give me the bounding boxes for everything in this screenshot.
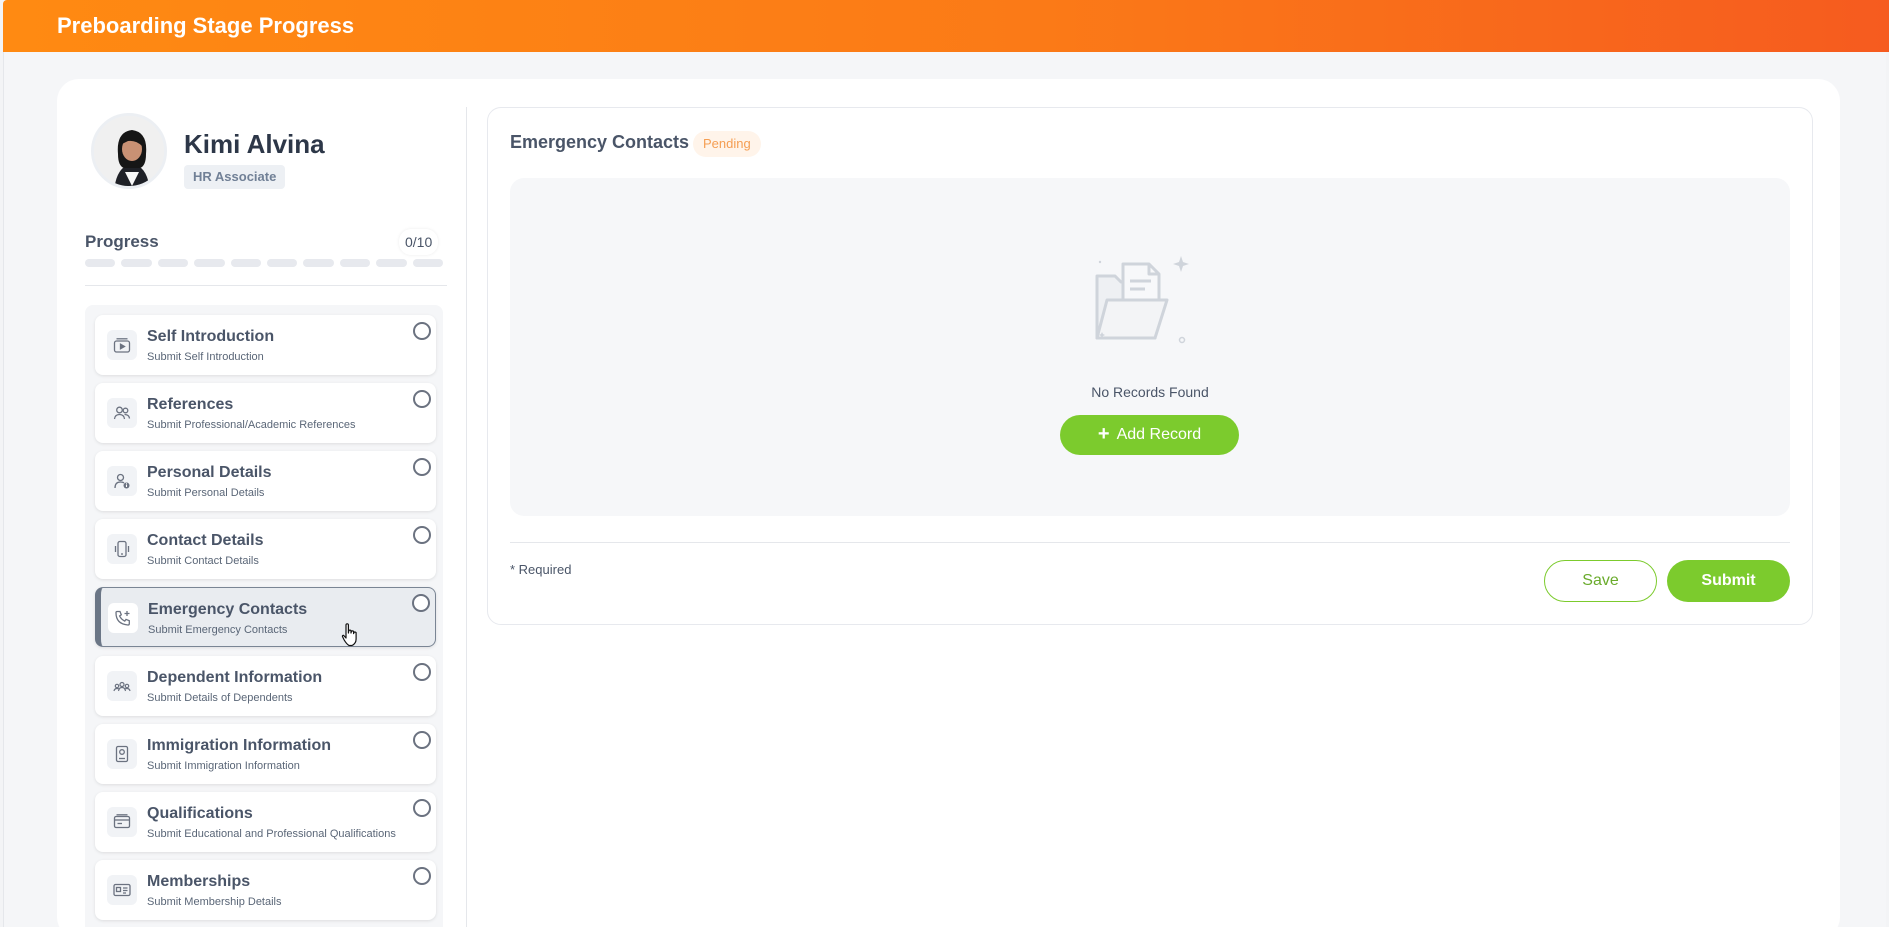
avatar [91,113,167,189]
phone-plus-icon [108,603,138,633]
progress-segment [194,259,225,267]
progress-segment [412,259,443,267]
step-emergency-contacts[interactable]: Emergency Contacts Submit Emergency Cont… [95,587,436,647]
step-status-radio[interactable] [413,526,431,544]
progress-segment [266,259,298,267]
step-subtitle: Submit Personal Details [147,487,265,499]
progress-label: Progress [85,232,159,251]
step-title: Immigration Information [147,737,331,754]
people-icon [107,398,137,428]
step-contact-details[interactable]: Contact Details Submit Contact Details [95,519,436,579]
progress-segment [303,259,334,267]
step-status-radio[interactable] [413,867,431,885]
step-status-radio[interactable] [413,663,431,681]
main-card: Kimi Alvina HR Associate Progress 0/10 S… [57,79,1840,927]
empty-state-text: No Records Found [1091,384,1209,400]
step-subtitle: Submit Contact Details [147,555,259,567]
certificate-icon [107,807,137,837]
step-title: Self Introduction [147,328,275,345]
step-subtitle: Submit Membership Details [147,896,282,908]
step-subtitle: Submit Self Introduction [147,351,264,363]
step-memberships[interactable]: Memberships Submit Membership Details [95,860,436,920]
hand-cursor-icon [341,623,357,647]
passport-icon [107,739,137,769]
plus-icon: + [1097,423,1110,445]
step-subtitle: Submit Professional/Academic References [147,419,356,431]
step-status-radio[interactable] [413,390,431,408]
step-self-introduction[interactable]: Self Introduction Submit Self Introducti… [95,315,436,375]
step-subtitle: Submit Educational and Professional Qual… [147,828,396,840]
progress-segment [230,259,261,267]
group-icon [107,671,137,701]
left-panel: Kimi Alvina HR Associate Progress 0/10 S… [57,79,467,927]
step-title: Personal Details [147,464,272,481]
section-title: Emergency Contacts [510,132,690,152]
progress-segments [85,259,443,267]
step-title: Memberships [147,873,251,890]
form-panel: Emergency Contacts Pending No Records Fo… [487,107,1813,625]
progress-count: 0/10 [399,229,439,255]
membership-card-icon [107,875,137,905]
top-bar: Preboarding Stage Progress [3,0,1889,52]
step-references[interactable]: References Submit Professional/Academic … [95,383,436,443]
step-subtitle: Submit Details of Dependents [147,692,293,704]
add-record-label: Add Record [1116,426,1202,443]
step-subtitle: Submit Emergency Contacts [148,624,288,636]
step-qualifications[interactable]: Qualifications Submit Educational and Pr… [95,792,436,852]
progress-segment [376,259,407,267]
save-button[interactable]: Save [1544,560,1657,602]
progress-segment [85,259,116,267]
profile-name: Kimi Alvina [184,129,325,159]
empty-folder-icon [1095,256,1189,344]
step-title: Qualifications [147,805,253,822]
video-icon [107,330,137,360]
step-dependent-information[interactable]: Dependent Information Submit Details of … [95,656,436,716]
step-subtitle: Submit Immigration Information [147,760,300,772]
step-status-radio[interactable] [412,594,430,612]
required-note: * Required [510,562,572,577]
progress-segment [121,259,152,267]
step-status-radio[interactable] [413,322,431,340]
progress-segment [339,259,371,267]
steps-list: Self Introduction Submit Self Introducti… [85,305,443,927]
step-status-radio[interactable] [413,731,431,749]
add-record-button[interactable]: + Add Record [1060,415,1239,455]
step-title: Dependent Information [147,669,323,686]
phone-device-icon [107,534,137,564]
role-badge: HR Associate [184,165,286,189]
step-status-radio[interactable] [413,458,431,476]
step-title: References [147,396,234,413]
step-immigration-information[interactable]: Immigration Information Submit Immigrati… [95,724,436,784]
progress-segment [157,259,189,267]
status-badge: Pending [693,131,761,157]
user-info-icon [107,466,137,496]
step-title: Emergency Contacts [148,601,308,618]
divider [510,542,1790,543]
empty-state: No Records Found + Add Record [510,178,1790,516]
avatar-photo [94,116,164,186]
step-personal-details[interactable]: Personal Details Submit Personal Details [95,451,436,511]
submit-button[interactable]: Submit [1667,560,1790,602]
step-title: Contact Details [147,532,264,549]
page-title: Preboarding Stage Progress [57,13,355,38]
divider [85,285,447,286]
step-status-radio[interactable] [413,799,431,817]
panel-divider [466,107,467,927]
